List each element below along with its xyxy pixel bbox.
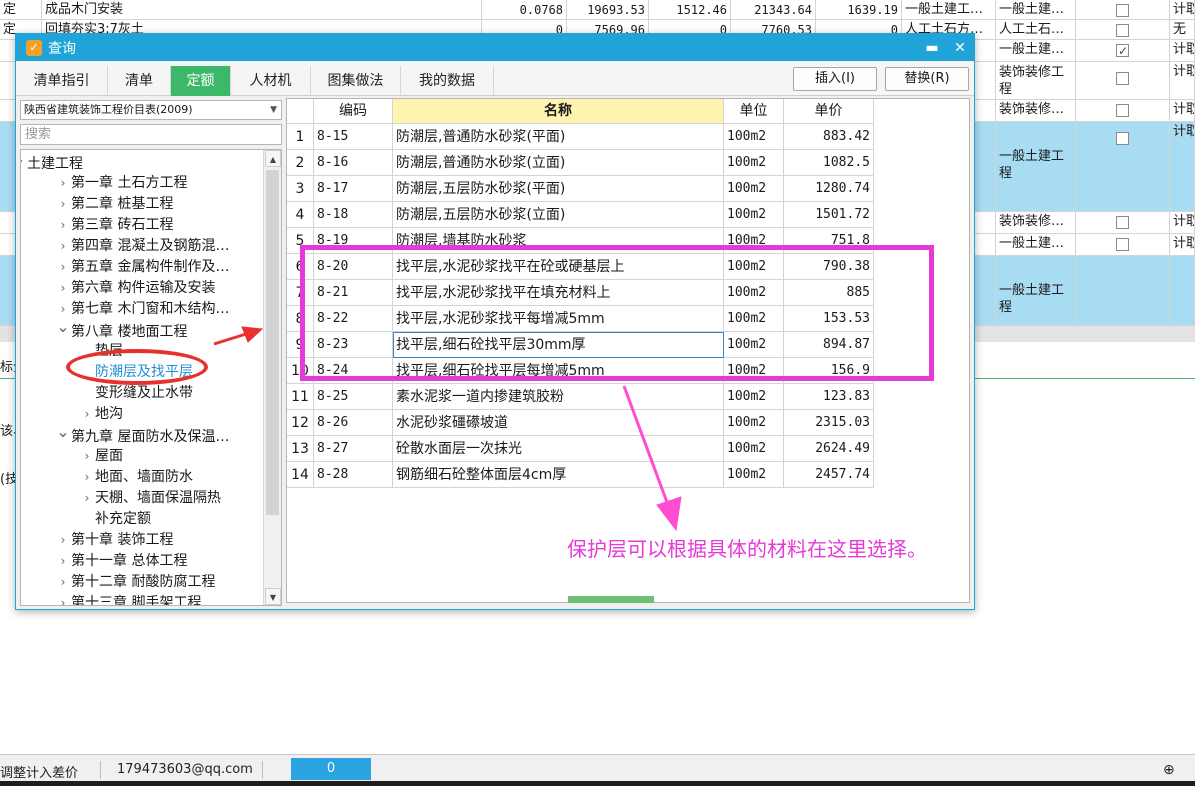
arrow-to-grid (213, 326, 264, 346)
taskbar-strip (0, 781, 1195, 786)
arrow-to-note (622, 385, 682, 532)
zoom-icon[interactable]: ⊕ (1163, 762, 1175, 778)
status-email: 179473603@qq.com (117, 762, 253, 777)
annotation-text: 保护层可以根据具体的材料在这里选择。 (567, 537, 927, 561)
status-adjust-diff: 调整计入差价 (0, 766, 79, 781)
status-divider (262, 761, 263, 779)
annotation-arrows (213, 326, 682, 532)
status-value-box: 0 (291, 758, 371, 780)
status-divider (100, 761, 101, 779)
